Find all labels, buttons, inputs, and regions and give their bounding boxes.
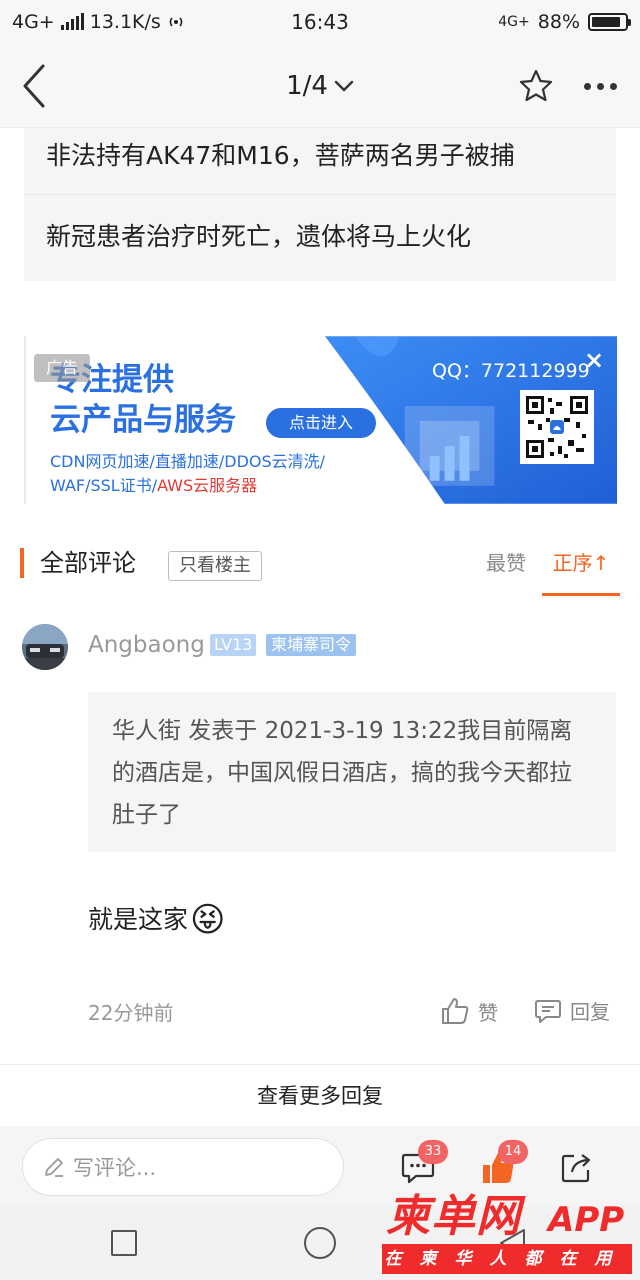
- related-news-list: 非法持有AK47和M16，菩萨两名男子被捕 新冠患者治疗时死亡，遗体将马上火化: [24, 128, 616, 281]
- thumbs-up-icon: [442, 998, 469, 1024]
- battery-fill: [592, 17, 621, 27]
- emoji-icon: 😝: [190, 900, 226, 940]
- user-level-badge: LV13: [210, 634, 257, 656]
- ad-sub-line2-b: AWS云服务器: [157, 476, 258, 495]
- comments-title: 全部评论: [40, 549, 136, 577]
- network-speed: 13.1K/s: [89, 11, 161, 33]
- recent-apps-icon[interactable]: [111, 1230, 137, 1256]
- watermark-logo: 柬单网 APP 在柬华人都在用: [380, 1190, 638, 1280]
- hotspot-icon: [169, 17, 183, 27]
- owner-only-button[interactable]: 只看楼主: [168, 551, 262, 581]
- chevron-down-icon[interactable]: [334, 80, 354, 92]
- watermark-app-text: APP: [548, 1200, 625, 1240]
- back-arrow-icon: [23, 64, 45, 108]
- quoted-comment: 华人街 发表于 2021-3-19 13:22我目前隔离的酒店是，中国风假日酒店…: [88, 692, 616, 852]
- user-title-badge: 柬埔寨司令: [266, 634, 357, 656]
- avatar[interactable]: [22, 624, 68, 670]
- like-count-badge: 14: [498, 1140, 528, 1164]
- more-replies-button[interactable]: 查看更多回复: [0, 1064, 640, 1126]
- like-label: 赞: [478, 1000, 498, 1025]
- ad-sub-line2-a: WAF/SSL证书/: [50, 476, 158, 495]
- comment-body: 就是这家: [88, 905, 189, 934]
- qr-code-icon: [520, 390, 594, 464]
- ad-cta-button[interactable]: 点击进入: [266, 408, 376, 438]
- home-icon[interactable]: [304, 1227, 336, 1259]
- section-accent-bar: [20, 548, 24, 578]
- related-news-item[interactable]: 新冠患者治疗时死亡，遗体将马上火化: [24, 195, 616, 281]
- comment-username[interactable]: Angbaong: [88, 630, 205, 660]
- comment-input-placeholder: 写评论...: [73, 1156, 157, 1180]
- battery-icon: [588, 13, 631, 31]
- like-button[interactable]: 赞: [440, 996, 498, 1026]
- share-icon: [561, 1154, 591, 1183]
- ad-banner[interactable]: 专注提供 云产品与服务 广告 点击进入 CDN网页加速/直播加速/DDOS云清洗…: [24, 336, 617, 504]
- ad-headline-line2: 云产品与服务: [50, 402, 236, 438]
- share-button[interactable]: [556, 1148, 596, 1188]
- related-news-item[interactable]: 非法持有AK47和M16，菩萨两名男子被捕: [24, 128, 616, 195]
- signal-icon: [60, 13, 84, 30]
- comment-text: 就是这家 😝: [88, 900, 225, 940]
- ad-subtitle: CDN网页加速/直播加速/DDOS云清洗/ WAF/SSL证书/AWS云服务器: [50, 450, 325, 498]
- ad-tag: 广告: [34, 354, 90, 382]
- comments-header: 全部评论 只看楼主 最赞 正序↑: [0, 532, 640, 596]
- status-left: 4G+ 13.1K/s: [12, 11, 185, 33]
- watermark-main-text: 柬单网: [386, 1191, 521, 1242]
- comment-input[interactable]: 写评论...: [22, 1138, 344, 1196]
- back-button[interactable]: [14, 62, 54, 110]
- comment-time: 22分钟前: [88, 1001, 174, 1025]
- comment-count-badge: 33: [418, 1140, 448, 1164]
- comment-icon: [535, 999, 561, 1023]
- top-nav: 1/4: [0, 44, 640, 128]
- battery-percent: 88%: [537, 11, 580, 33]
- like-count-button[interactable]: 14: [478, 1140, 528, 1188]
- ad-close-icon[interactable]: ×: [582, 348, 606, 372]
- network-right-label: 4G+: [498, 14, 530, 30]
- favorite-button[interactable]: [514, 66, 558, 106]
- more-options-icon[interactable]: [576, 74, 624, 98]
- status-right: 4G+ 88%: [498, 11, 631, 33]
- ad-qq-number: QQ：772112999: [432, 360, 590, 382]
- ad-sub-line2: WAF/SSL证书/AWS云服务器: [50, 474, 325, 498]
- comments-count-button[interactable]: 33: [398, 1140, 448, 1188]
- sort-hot-tab[interactable]: 最赞: [486, 548, 526, 578]
- reply-button[interactable]: 回复: [534, 996, 610, 1025]
- sort-order-tab[interactable]: 正序↑: [542, 548, 620, 596]
- reply-label: 回复: [570, 1000, 610, 1024]
- page-indicator-label[interactable]: 1/4: [286, 71, 328, 101]
- watermark-slogan: 在柬华人都在用: [382, 1244, 632, 1274]
- star-icon: [519, 69, 553, 102]
- pencil-icon: [45, 1158, 63, 1177]
- ad-sub-line1: CDN网页加速/直播加速/DDOS云清洗/: [50, 452, 326, 471]
- network-label: 4G+: [12, 11, 55, 33]
- status-bar: 4G+ 13.1K/s 16:43 4G+ 88%: [0, 0, 640, 44]
